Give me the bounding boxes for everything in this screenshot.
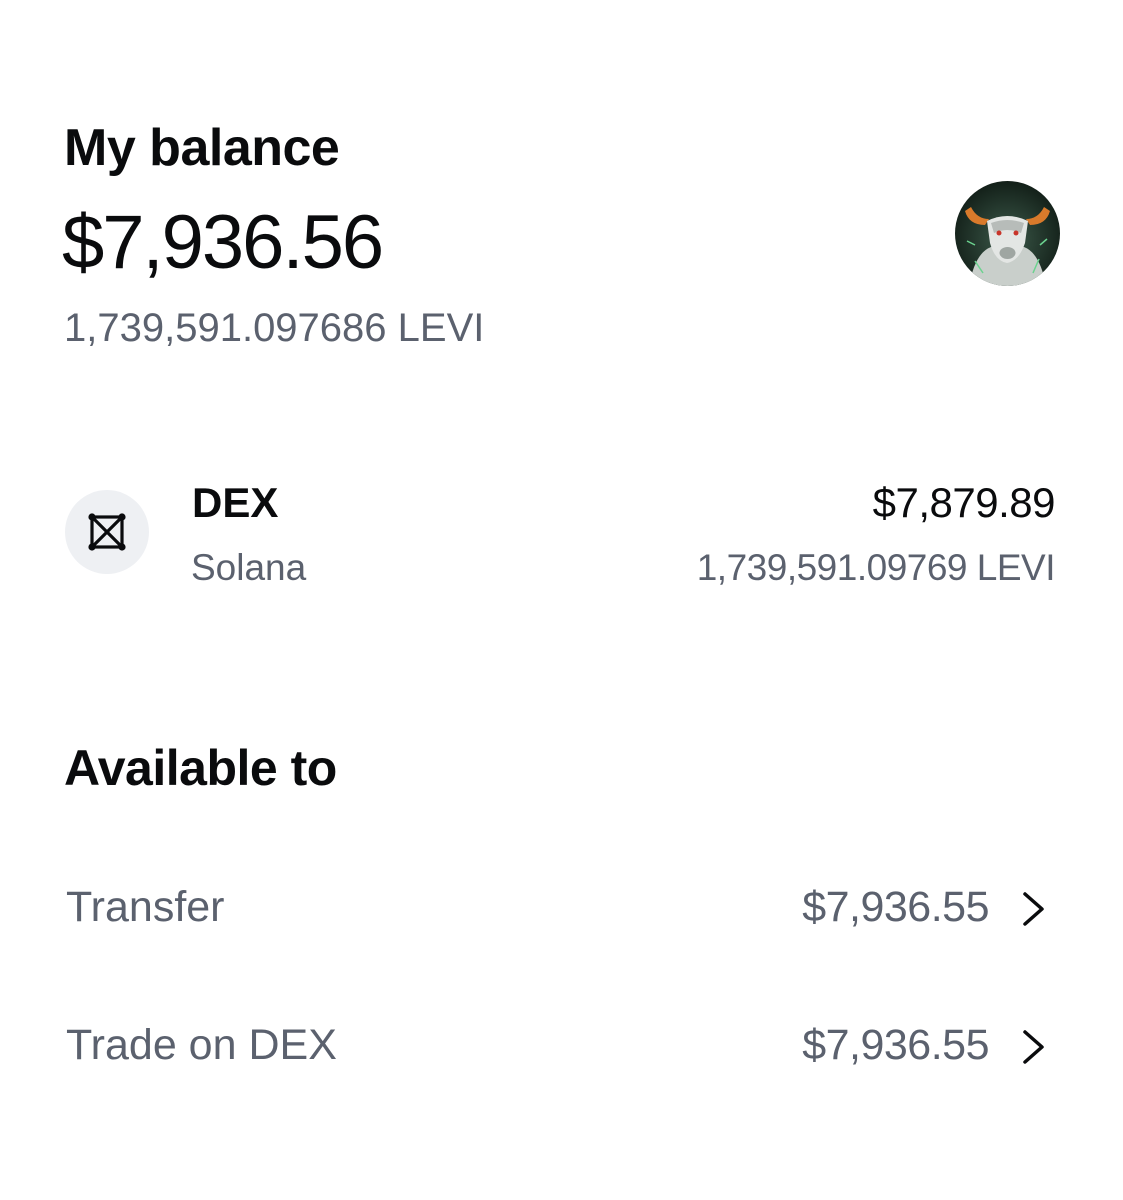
available-to-heading: Available to: [64, 740, 337, 796]
dex-icon: [65, 490, 149, 574]
transfer-label: Transfer: [66, 883, 225, 931]
asset-network: Solana: [191, 547, 307, 588]
chevron-right-icon: [1023, 1030, 1044, 1064]
transfer-row[interactable]: Transfer $7,936.55: [0, 857, 1123, 957]
trade-on-dex-value: $7,936.55: [802, 1021, 989, 1069]
page-title: My balance: [64, 119, 340, 177]
trade-on-dex-label: Trade on DEX: [66, 1021, 337, 1069]
asset-fiat-value: $7,879.89: [872, 479, 1056, 526]
trade-on-dex-row[interactable]: Trade on DEX $7,936.55: [0, 995, 1123, 1095]
total-token-amount: 1,739,591.097686 LEVI: [64, 306, 485, 350]
transfer-value: $7,936.55: [802, 883, 989, 931]
bull-avatar-icon[interactable]: [955, 181, 1060, 286]
asset-token-value: 1,739,591.09769 LEVI: [696, 547, 1056, 588]
total-balance: $7,936.56: [62, 200, 384, 285]
chevron-right-icon: [1023, 892, 1044, 926]
asset-name: DEX: [192, 479, 279, 526]
